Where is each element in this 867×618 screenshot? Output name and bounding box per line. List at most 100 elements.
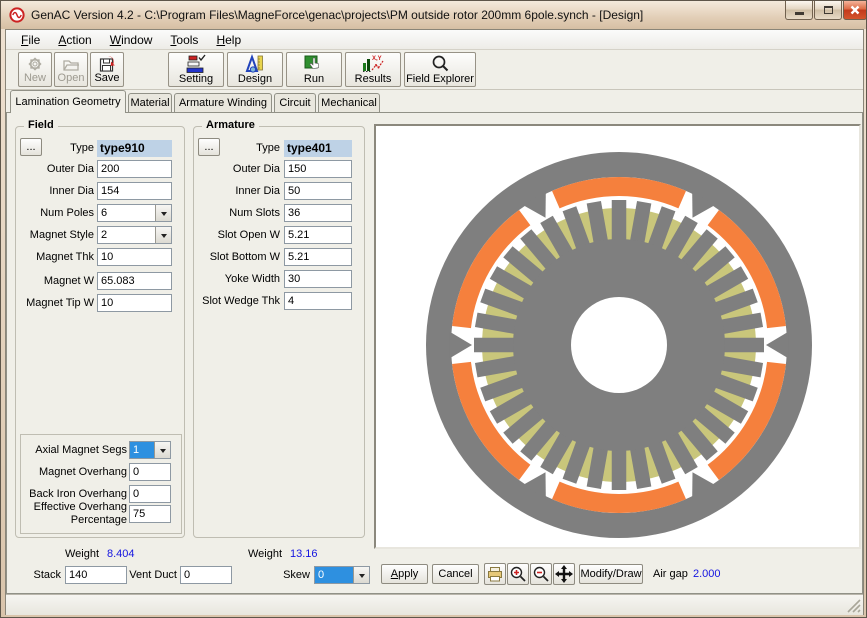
chevron-down-icon [161, 234, 167, 241]
design-canvas[interactable] [374, 124, 861, 549]
effective-overhang-input[interactable]: 75 [129, 505, 171, 523]
menu-action[interactable]: Action [49, 31, 100, 49]
status-bar [6, 594, 863, 615]
armature-slot-open-w-input[interactable]: 5.21 [284, 226, 352, 244]
apply-button[interactable]: Apply [381, 564, 428, 584]
armature-weight-label: Weight [248, 548, 282, 560]
axial-magnet-segs-dropdown-button[interactable] [154, 442, 170, 458]
field-explorer-label: Field Explorer [406, 74, 474, 85]
run-label: Run [304, 74, 324, 85]
app-window: GenAC Version 4.2 - C:\Program Files\Mag… [0, 0, 867, 618]
field-num-poles-value: 6 [98, 205, 155, 221]
skew-dropdown-button[interactable] [353, 567, 369, 583]
menu-bar: File Action Window Tools Help [6, 30, 863, 50]
armature-group: Armature ... Type type401 Outer Dia 150 … [193, 126, 365, 538]
tab-circuit[interactable]: Circuit [274, 93, 316, 112]
zoom-out-button[interactable] [530, 563, 552, 585]
armature-outer-dia-label: Outer Dia [194, 160, 280, 178]
armature-type-label: Type [224, 139, 280, 157]
zoom-out-icon [532, 565, 550, 583]
menu-tools[interactable]: Tools [161, 31, 207, 49]
skew-select[interactable]: 0 [314, 566, 370, 584]
tab-mechanical[interactable]: Mechanical [318, 93, 380, 112]
menu-file[interactable]: File [12, 31, 49, 49]
armature-inner-dia-input[interactable]: 50 [284, 182, 352, 200]
field-explorer-button[interactable]: Field Explorer [404, 52, 476, 87]
close-button[interactable] [843, 1, 867, 20]
armature-weight-value: 13.16 [290, 548, 318, 560]
armature-slot-bottom-w-label: Slot Bottom W [194, 248, 280, 266]
minimize-button[interactable] [785, 1, 813, 20]
skew-value: 0 [315, 567, 353, 583]
pan-button[interactable] [553, 563, 575, 585]
client-area: File Action Window Tools Help New [5, 29, 864, 615]
tab-armature-winding[interactable]: Armature Winding [174, 93, 272, 112]
menu-window[interactable]: Window [101, 31, 162, 49]
cancel-button[interactable]: Cancel [432, 564, 479, 584]
field-magnet-style-value: 2 [98, 227, 155, 243]
armature-yoke-width-input[interactable]: 30 [284, 270, 352, 288]
armature-slot-bottom-w-input[interactable]: 5.21 [284, 248, 352, 266]
armature-group-title: Armature [202, 119, 259, 131]
magnet-overhang-input[interactable]: 0 [129, 463, 171, 481]
field-magnet-thk-input[interactable]: 10 [97, 248, 172, 266]
armature-num-slots-input[interactable]: 36 [284, 204, 352, 222]
save-label: Save [94, 73, 119, 84]
minimize-icon [795, 12, 804, 15]
vent-duct-input[interactable]: 0 [180, 566, 232, 584]
air-gap-label: Air gap [653, 568, 688, 580]
maximize-button[interactable] [814, 1, 842, 20]
setting-label: Setting [179, 74, 213, 85]
field-num-poles-dropdown-button[interactable] [155, 205, 171, 221]
results-icon: X,Y [361, 54, 385, 74]
field-num-poles-select[interactable]: 6 [97, 204, 172, 222]
design-icon [244, 54, 266, 74]
maximize-icon [824, 6, 833, 14]
field-outer-dia-label: Outer Dia [16, 160, 94, 178]
new-button[interactable]: New [18, 52, 52, 87]
design-button[interactable]: Design [227, 52, 283, 87]
new-label: New [24, 73, 46, 84]
skew-label: Skew [250, 566, 310, 584]
tab-lamination-geometry[interactable]: Lamination Geometry [10, 90, 126, 113]
armature-type-value: type401 [284, 140, 352, 157]
axial-magnet-segs-label: Axial Magnet Segs [23, 441, 127, 459]
armature-browse-button[interactable]: ... [198, 138, 220, 156]
armature-inner-dia-label: Inner Dia [194, 182, 280, 200]
field-magnet-style-select[interactable]: 2 [97, 226, 172, 244]
save-button[interactable]: Save [90, 52, 124, 87]
results-button[interactable]: X,Y Results [345, 52, 401, 87]
setting-button[interactable]: Setting [168, 52, 224, 87]
tab-material[interactable]: Material [128, 93, 172, 112]
armature-outer-dia-input[interactable]: 150 [284, 160, 352, 178]
field-outer-dia-input[interactable]: 200 [97, 160, 172, 178]
chevron-down-icon [161, 212, 167, 219]
menu-help[interactable]: Help [207, 31, 250, 49]
armature-yoke-width-label: Yoke Width [194, 270, 280, 288]
field-browse-button[interactable]: ... [20, 138, 42, 156]
field-magnet-style-dropdown-button[interactable] [155, 227, 171, 243]
print-button[interactable] [484, 563, 506, 585]
field-magnet-tip-w-input[interactable]: 10 [97, 294, 172, 312]
new-icon [26, 55, 44, 73]
armature-slot-wedge-thk-input[interactable]: 4 [284, 292, 352, 310]
axial-magnet-segs-select[interactable]: 1 [129, 441, 171, 459]
field-magnet-w-input[interactable]: 65.083 [97, 272, 172, 290]
window-title: GenAC Version 4.2 - C:\Program Files\Mag… [31, 8, 643, 22]
motor-cross-section [376, 126, 859, 547]
open-button[interactable]: Open [54, 52, 88, 87]
field-group-title: Field [24, 119, 58, 131]
back-iron-overhang-input[interactable]: 0 [129, 485, 171, 503]
stack-label: Stack [7, 566, 61, 584]
chevron-down-icon [160, 449, 166, 456]
effective-overhang-label-line1: Effective Overhang [23, 501, 127, 514]
run-button[interactable]: Run [286, 52, 342, 87]
armature-num-slots-label: Num Slots [194, 204, 280, 222]
field-weight-value: 8.404 [107, 548, 135, 560]
lamination-geometry-page: Field ... Type type910 Outer Dia 200 Inn… [6, 112, 863, 594]
field-inner-dia-input[interactable]: 154 [97, 182, 172, 200]
modify-draw-button[interactable]: Modify/Draw [579, 564, 643, 584]
zoom-in-button[interactable] [507, 563, 529, 585]
resize-grip[interactable] [847, 599, 861, 613]
field-magnet-w-label: Magnet W [16, 272, 94, 290]
